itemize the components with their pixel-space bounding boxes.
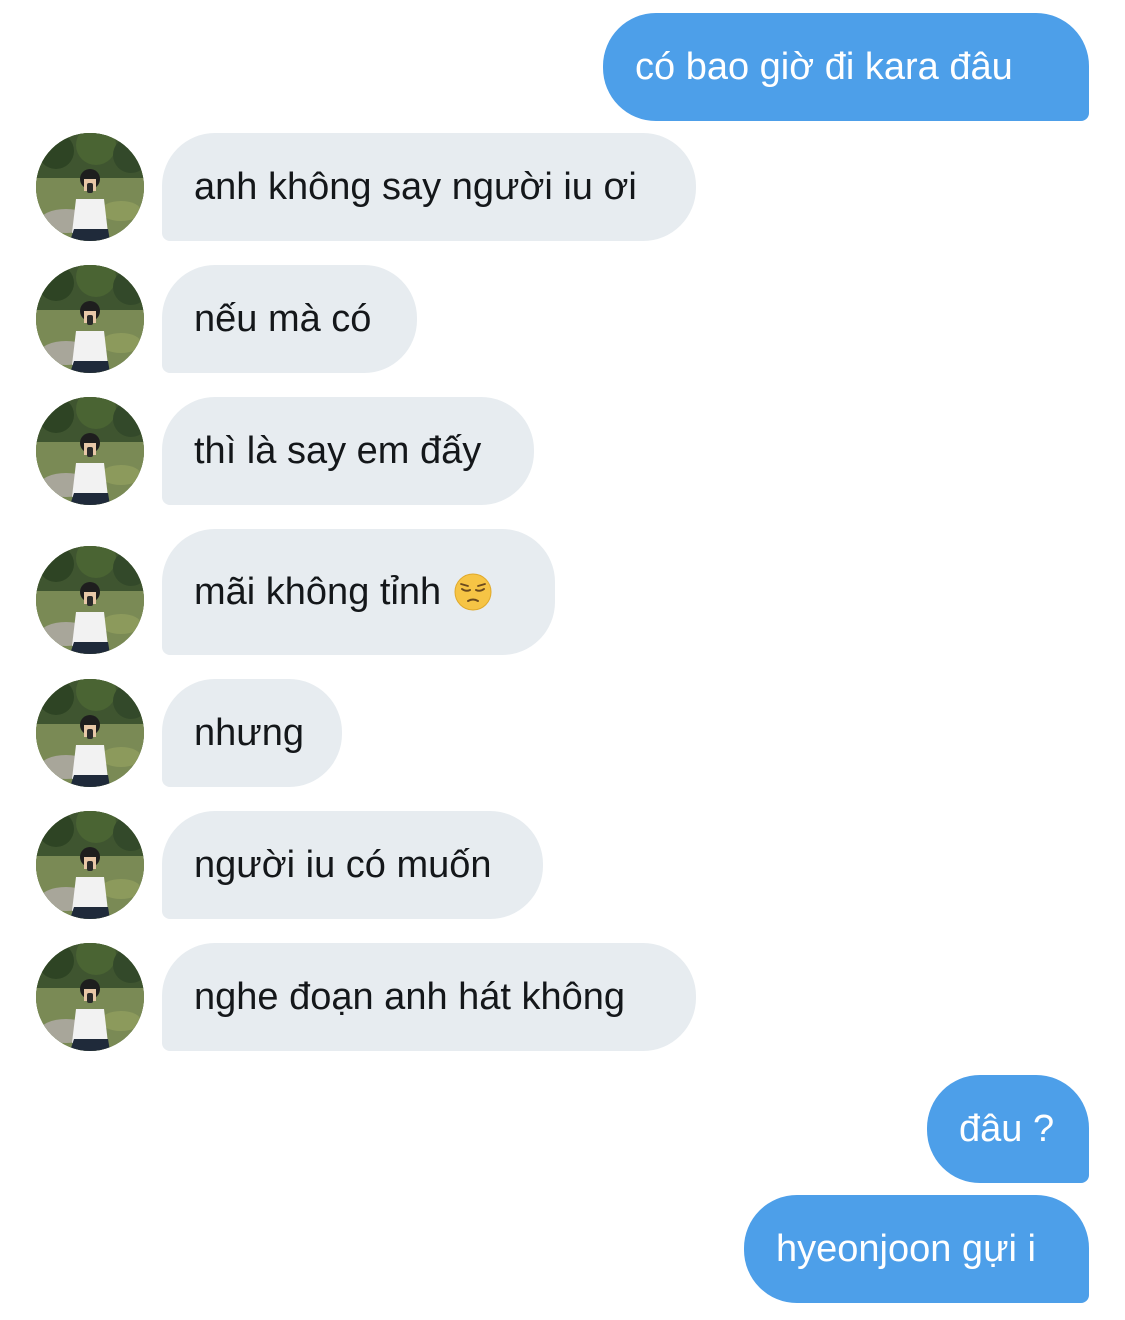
avatar-photo	[36, 133, 144, 241]
message-bubble-received[interactable]: mãi không tỉnh	[162, 529, 555, 655]
message-bubble-received[interactable]: nghe đoạn anh hát không	[162, 943, 696, 1051]
message-bubble-received[interactable]: người iu có muốn	[162, 811, 543, 919]
contact-avatar[interactable]	[36, 811, 144, 919]
avatar-photo	[36, 397, 144, 505]
message-bubble-sent[interactable]: hyeonjoon gựi i	[744, 1195, 1089, 1303]
contact-avatar[interactable]	[36, 133, 144, 241]
message-text: mãi không tỉnh	[194, 571, 442, 613]
message-text: thì là say em đấy	[194, 430, 482, 472]
message-text: nhưng	[194, 712, 304, 754]
contact-avatar[interactable]	[36, 397, 144, 505]
message-text: có bao giờ đi kara đâu	[635, 46, 1013, 88]
message-bubble-received[interactable]: anh không say người iu ơi	[162, 133, 696, 241]
avatar-photo	[36, 811, 144, 919]
contact-avatar[interactable]	[36, 265, 144, 373]
contact-avatar[interactable]	[36, 546, 144, 654]
contact-avatar[interactable]	[36, 943, 144, 1051]
message-bubble-sent[interactable]: có bao giờ đi kara đâu	[603, 13, 1089, 121]
message-bubble-sent[interactable]: đâu ?	[927, 1075, 1089, 1183]
contact-avatar[interactable]	[36, 679, 144, 787]
pensive-face-icon	[454, 573, 492, 611]
message-text: đâu ?	[959, 1108, 1055, 1150]
message-text: anh không say người iu ơi	[194, 166, 637, 208]
message-bubble-received[interactable]: nhưng	[162, 679, 342, 787]
avatar-photo	[36, 943, 144, 1051]
avatar-photo	[36, 679, 144, 787]
avatar-photo	[36, 546, 144, 654]
message-bubble-received[interactable]: nếu mà có	[162, 265, 417, 373]
message-text: người iu có muốn	[194, 844, 492, 886]
message-text: nếu mà có	[194, 298, 372, 340]
message-bubble-received[interactable]: thì là say em đấy	[162, 397, 534, 505]
message-text: nghe đoạn anh hát không	[194, 976, 626, 1018]
message-text: hyeonjoon gựi i	[776, 1228, 1036, 1270]
avatar-photo	[36, 265, 144, 373]
